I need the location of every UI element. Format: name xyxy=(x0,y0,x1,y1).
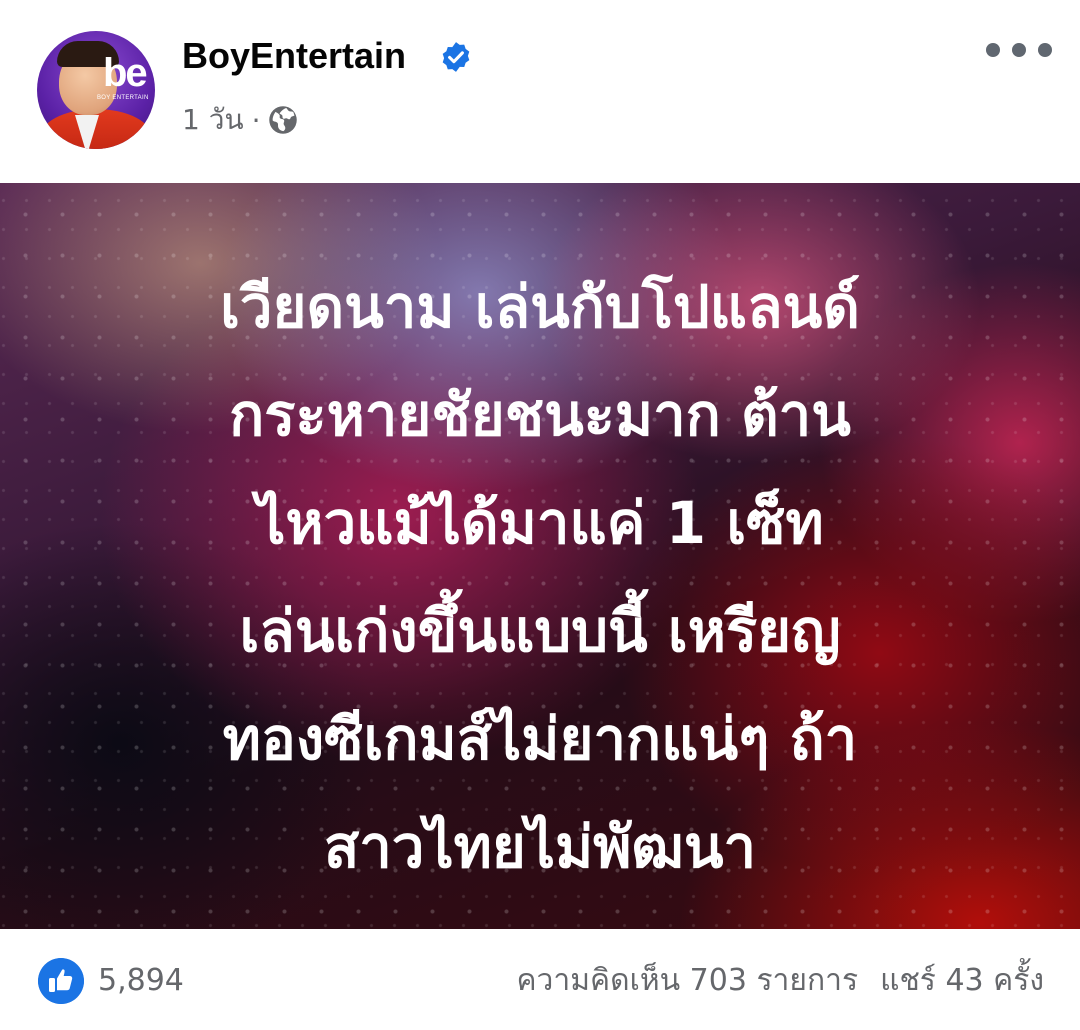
more-dot xyxy=(1012,43,1026,57)
avatar-logo: be xyxy=(103,51,148,95)
post-footer: 5,894 ความคิดเห็น 703 รายการ แชร์ 43 ครั… xyxy=(0,929,1080,1030)
reaction-count[interactable]: 5,894 xyxy=(98,958,184,1004)
post-text: เวียดนาม เล่นกับโปแลนด์ กระหายชัยชนะมาก … xyxy=(220,273,860,881)
facebook-post: be BOY ENTERTAIN BoyEntertain 1 วัน · เว… xyxy=(0,0,1080,1030)
shares-count[interactable]: แชร์ 43 ครั้ง xyxy=(880,958,1044,1004)
post-header: be BOY ENTERTAIN BoyEntertain 1 วัน · xyxy=(0,0,1080,183)
meta-separator: · xyxy=(251,103,261,137)
page-avatar[interactable]: be BOY ENTERTAIN xyxy=(37,31,155,149)
engagement-stats: ความคิดเห็น 703 รายการ แชร์ 43 ครั้ง xyxy=(516,958,1044,1004)
avatar-logo-subtext: BOY ENTERTAIN xyxy=(97,95,149,101)
like-icon[interactable] xyxy=(38,958,84,1004)
verified-badge-icon xyxy=(442,42,470,72)
post-meta: 1 วัน · xyxy=(182,100,298,140)
more-options-icon[interactable] xyxy=(986,32,1052,68)
globe-icon[interactable] xyxy=(268,105,298,135)
more-dot xyxy=(986,43,1000,57)
comments-count[interactable]: ความคิดเห็น 703 รายการ xyxy=(516,958,858,1004)
more-dot xyxy=(1038,43,1052,57)
page-name[interactable]: BoyEntertain xyxy=(182,34,406,78)
post-time[interactable]: 1 วัน xyxy=(182,98,244,142)
post-text-background[interactable]: เวียดนาม เล่นกับโปแลนด์ กระหายชัยชนะมาก … xyxy=(0,183,1080,929)
